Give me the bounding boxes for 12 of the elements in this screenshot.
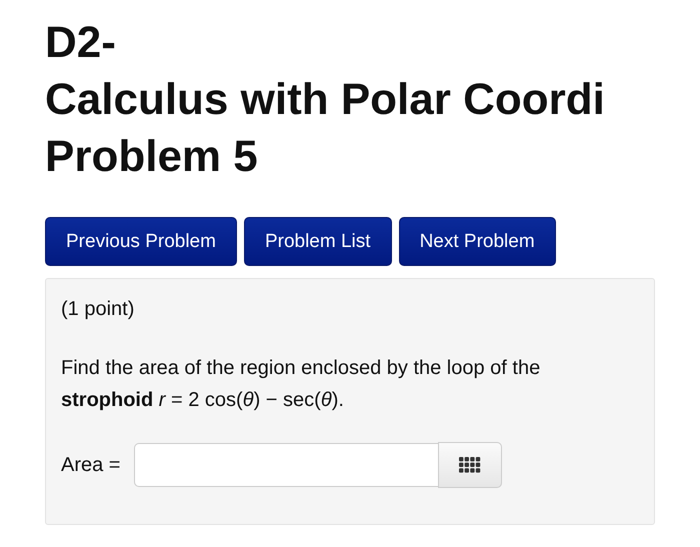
nav-button[interactable]: Next Problem bbox=[398, 217, 556, 266]
problem-statement: Find the area of the region enclosed by the loop of the strophoid r = 2 cos(θ) − sec(θ). bbox=[61, 356, 542, 413]
keypad-button[interactable] bbox=[438, 442, 502, 488]
nav-button[interactable]: Previous Problem bbox=[45, 217, 237, 266]
page-title-line: D2- bbox=[45, 17, 117, 69]
page-title-line: Problem 5 bbox=[45, 131, 259, 183]
answer-field[interactable] bbox=[134, 443, 438, 487]
answer-label: Area = bbox=[61, 454, 120, 476]
points-text: (1 point) bbox=[61, 298, 136, 321]
nav-button[interactable]: Problem List bbox=[244, 217, 392, 266]
page-title-line: Calculus with Polar Coordi bbox=[45, 74, 606, 126]
keypad-icon bbox=[459, 457, 482, 473]
